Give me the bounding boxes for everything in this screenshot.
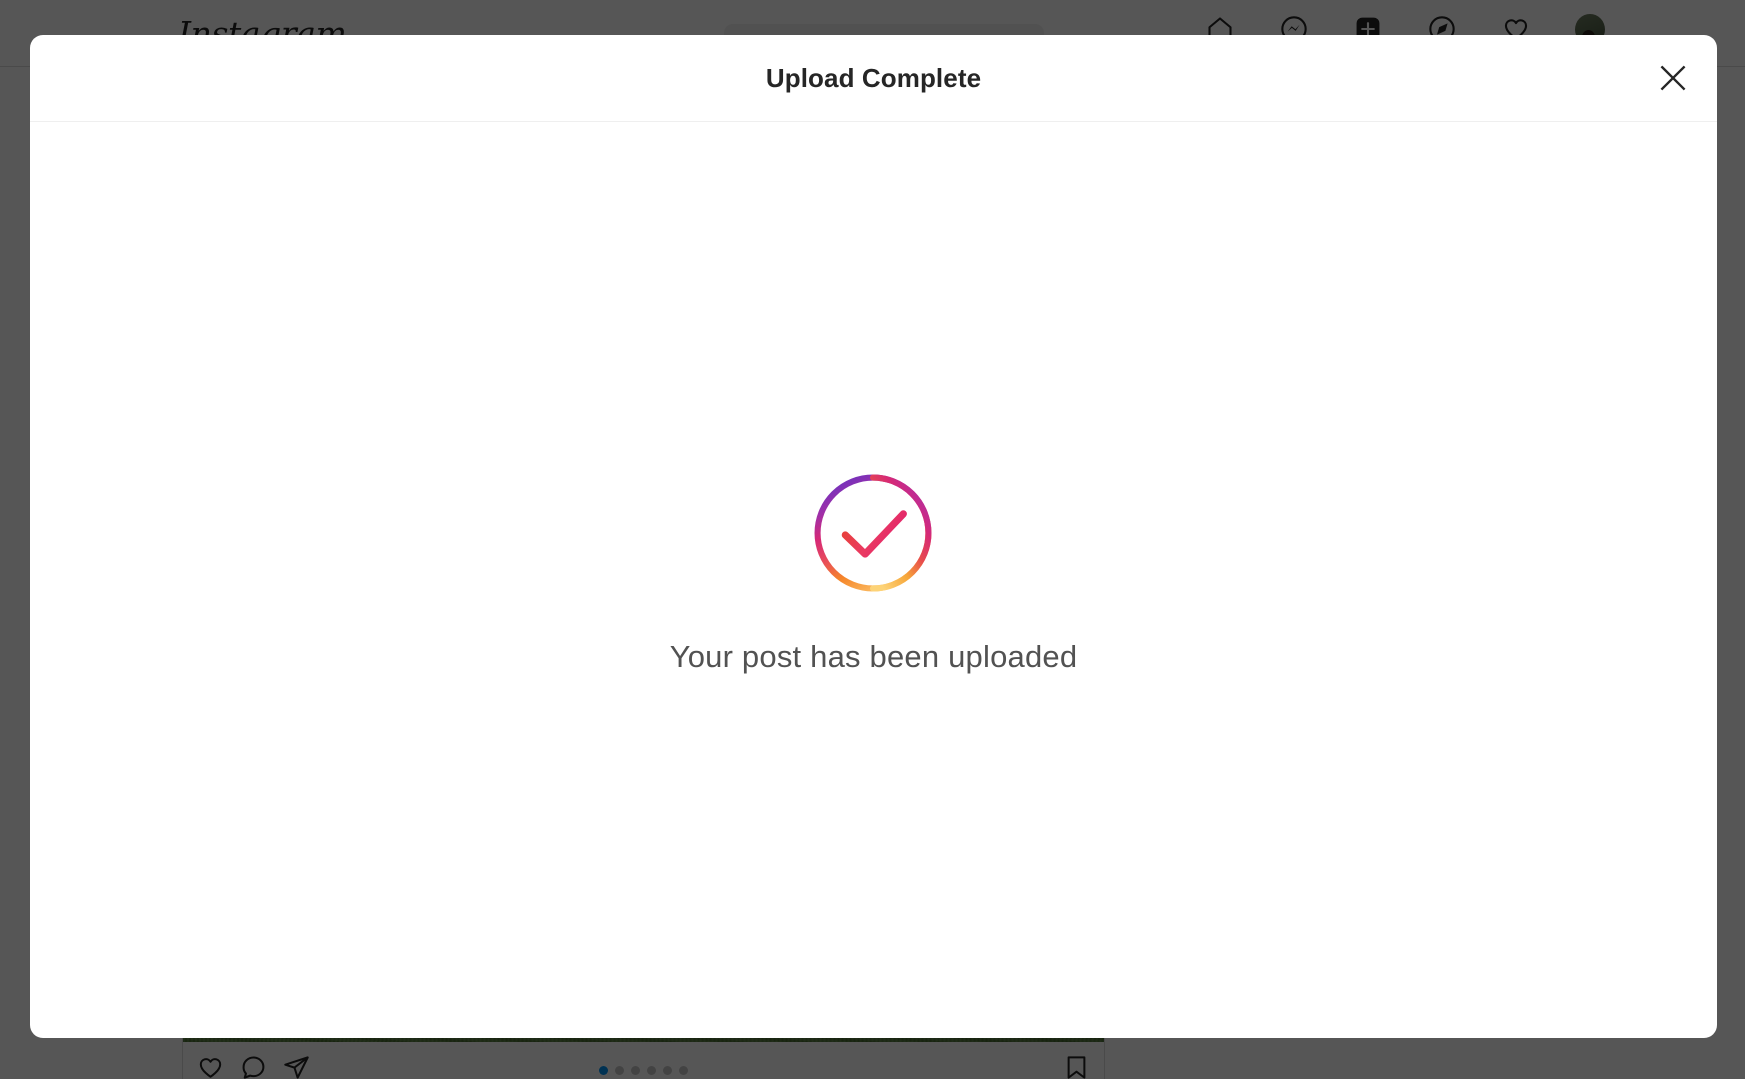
dialog-title: Upload Complete (765, 62, 982, 93)
close-icon (1660, 65, 1686, 91)
upload-status-message: Your post has been uploaded (669, 639, 1078, 674)
close-button[interactable] (1651, 56, 1695, 100)
success-check-circle-icon (815, 474, 932, 592)
upload-success-state: Your post has been uploaded (670, 467, 1078, 675)
upload-complete-dialog: Upload Complete Your post has been uploa… (30, 35, 1717, 1038)
dialog-header: Upload Complete (30, 35, 1717, 122)
screen: Instagram Search (0, 0, 1745, 1079)
dialog-body: Your post has been uploaded (30, 122, 1717, 1038)
